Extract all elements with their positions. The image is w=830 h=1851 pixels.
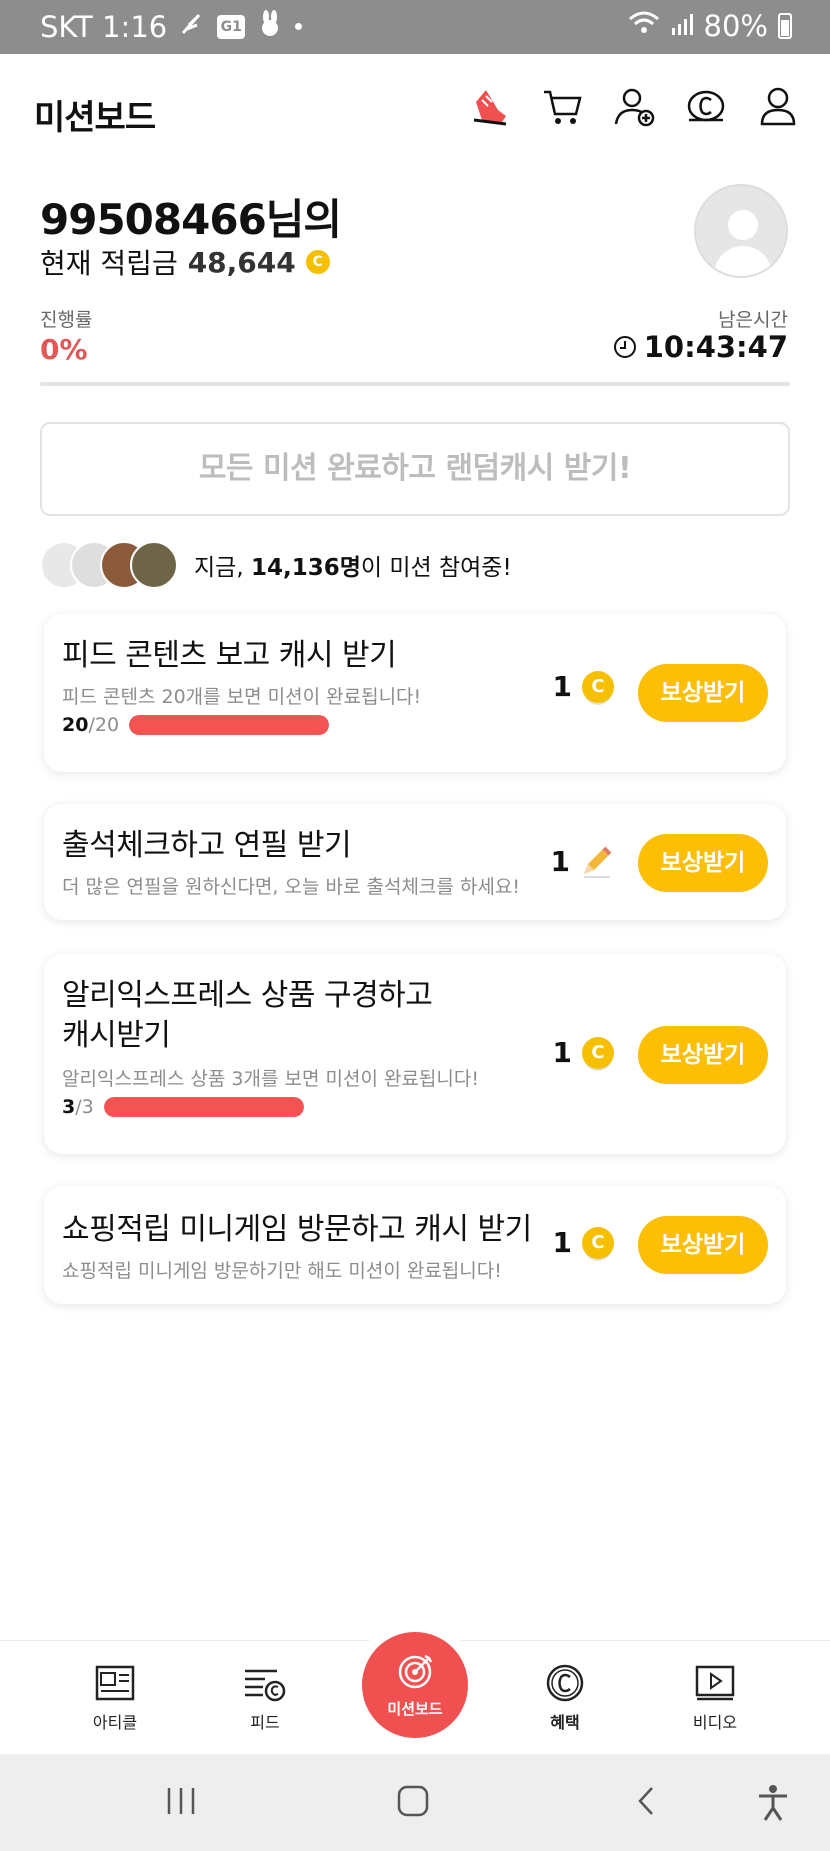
pencil-icon <box>584 846 612 878</box>
random-cash-button[interactable]: 모든 미션 완료하고 랜덤캐시 받기! <box>40 422 790 516</box>
coin-icon: C <box>582 1036 614 1069</box>
mission-desc: 피드 콘텐츠 20개를 보면 미션이 완료됩니다! <box>62 686 422 708</box>
coin-icon: C <box>582 670 614 703</box>
nav-video[interactable]: 비디오 <box>660 1663 770 1733</box>
mission-title: 알리익스프레스 상품 구경하고 캐시받기 <box>62 978 433 1053</box>
coin-icon: C <box>305 250 330 274</box>
carrier-time: SKT 1:16 <box>40 9 168 44</box>
mission-card: 쇼핑적립 미니게임 방문하고 캐시 받기 쇼핑적립 미니게임 방문하기만 해도 … <box>44 1186 786 1304</box>
notification-dot-icon <box>295 23 303 30</box>
coin-icon: C <box>582 1226 614 1259</box>
progress-divider <box>40 382 790 386</box>
progress-value: 0% <box>40 333 88 366</box>
g1-icon: G1 <box>217 14 246 39</box>
signal-icon <box>670 9 694 43</box>
battery-icon <box>778 13 792 39</box>
participants-text: 지금, 14,136명이 미션 참여중! <box>194 555 512 581</box>
recent-apps-icon[interactable] <box>164 1784 198 1822</box>
participant-avatar <box>130 541 178 589</box>
remaining-time: 10:43:47 <box>613 330 788 364</box>
battery-percent: 80% <box>703 9 768 43</box>
mission-card: 피드 콘텐츠 보고 캐시 받기 피드 콘텐츠 20개를 보면 미션이 완료됩니다… <box>44 614 786 772</box>
system-nav <box>0 1754 830 1851</box>
mission-card: 출석체크하고 연필 받기 더 많은 연필을 원하신다면, 오늘 바로 출석체크를… <box>44 804 786 920</box>
feather-icon <box>179 10 205 44</box>
claim-reward-button[interactable]: 보상받기 <box>638 664 768 722</box>
profile-icon[interactable] <box>756 84 800 128</box>
mission-desc: 쇼핑적립 미니게임 방문하기만 해도 미션이 완료됩니다! <box>62 1260 502 1282</box>
avatar[interactable] <box>694 184 788 278</box>
remaining-time-value: 10:43:47 <box>643 330 788 364</box>
mission-progress-bar <box>129 715 330 735</box>
mission-desc: 알리익스프레스 상품 3개를 보면 미션이 완료됩니다! <box>62 1068 479 1090</box>
mission-title: 피드 콘텐츠 보고 캐시 받기 <box>62 638 397 673</box>
points-row: 현재 적립금 48,644 C <box>40 242 330 282</box>
points-value: 48,644 <box>187 245 296 279</box>
progress-label: 진행률 <box>40 309 93 331</box>
nav-missionboard[interactable]: 미션보드 <box>362 1632 468 1738</box>
claim-reward-button[interactable]: 보상받기 <box>638 1026 768 1084</box>
target-icon <box>398 1654 433 1689</box>
mission-reward: 1 C <box>553 1036 614 1069</box>
cart-icon[interactable] <box>540 84 584 128</box>
page-title: 미션보드 <box>34 98 156 138</box>
mission-reward: 1 C <box>553 1226 614 1259</box>
walk-shoe-icon[interactable] <box>468 84 512 128</box>
wifi-icon <box>628 9 660 43</box>
feed-icon <box>245 1669 286 1702</box>
clock-icon <box>613 336 636 358</box>
claim-reward-button[interactable]: 보상받기 <box>638 1216 768 1274</box>
cash-coin-icon[interactable] <box>684 84 728 128</box>
mission-title: 쇼핑적립 미니게임 방문하고 캐시 받기 <box>62 1212 532 1247</box>
remaining-time-label: 남은시간 <box>718 309 788 331</box>
mission-progress: 20/20 <box>62 714 330 736</box>
video-icon <box>695 1665 735 1701</box>
points-label: 현재 적립금 <box>40 247 178 280</box>
nav-feed[interactable]: 피드 <box>210 1663 320 1733</box>
add-friend-icon[interactable] <box>612 84 656 128</box>
mission-progress: 3/3 <box>62 1096 304 1118</box>
mission-progress-bar <box>103 1097 304 1117</box>
username: 99508466님의 <box>40 195 342 244</box>
rabbit-icon <box>257 9 283 44</box>
nav-article[interactable]: 아티클 <box>60 1663 170 1733</box>
app-header: 미션보드 <box>0 54 830 166</box>
mission-desc: 더 많은 연필을 원하신다면, 오늘 바로 출석체크를 하세요! <box>62 876 520 898</box>
status-bar: SKT 1:16 G1 80% <box>0 0 830 54</box>
nav-benefit[interactable]: 혜택 <box>510 1663 620 1733</box>
mission-title: 출석체크하고 연필 받기 <box>62 828 352 863</box>
benefit-coin-icon <box>546 1664 584 1702</box>
mission-reward: 1 <box>551 844 614 878</box>
article-icon <box>95 1665 135 1701</box>
mission-card: 알리익스프레스 상품 구경하고 캐시받기 알리익스프레스 상품 3개를 보면 미션… <box>44 954 786 1154</box>
mission-reward: 1 C <box>553 670 614 703</box>
home-icon[interactable] <box>396 1784 430 1822</box>
participants-row: 지금, 14,136명이 미션 참여중! <box>40 540 512 590</box>
back-icon[interactable] <box>630 1784 664 1822</box>
accessibility-icon[interactable] <box>756 1784 790 1826</box>
claim-reward-button[interactable]: 보상받기 <box>638 834 768 892</box>
